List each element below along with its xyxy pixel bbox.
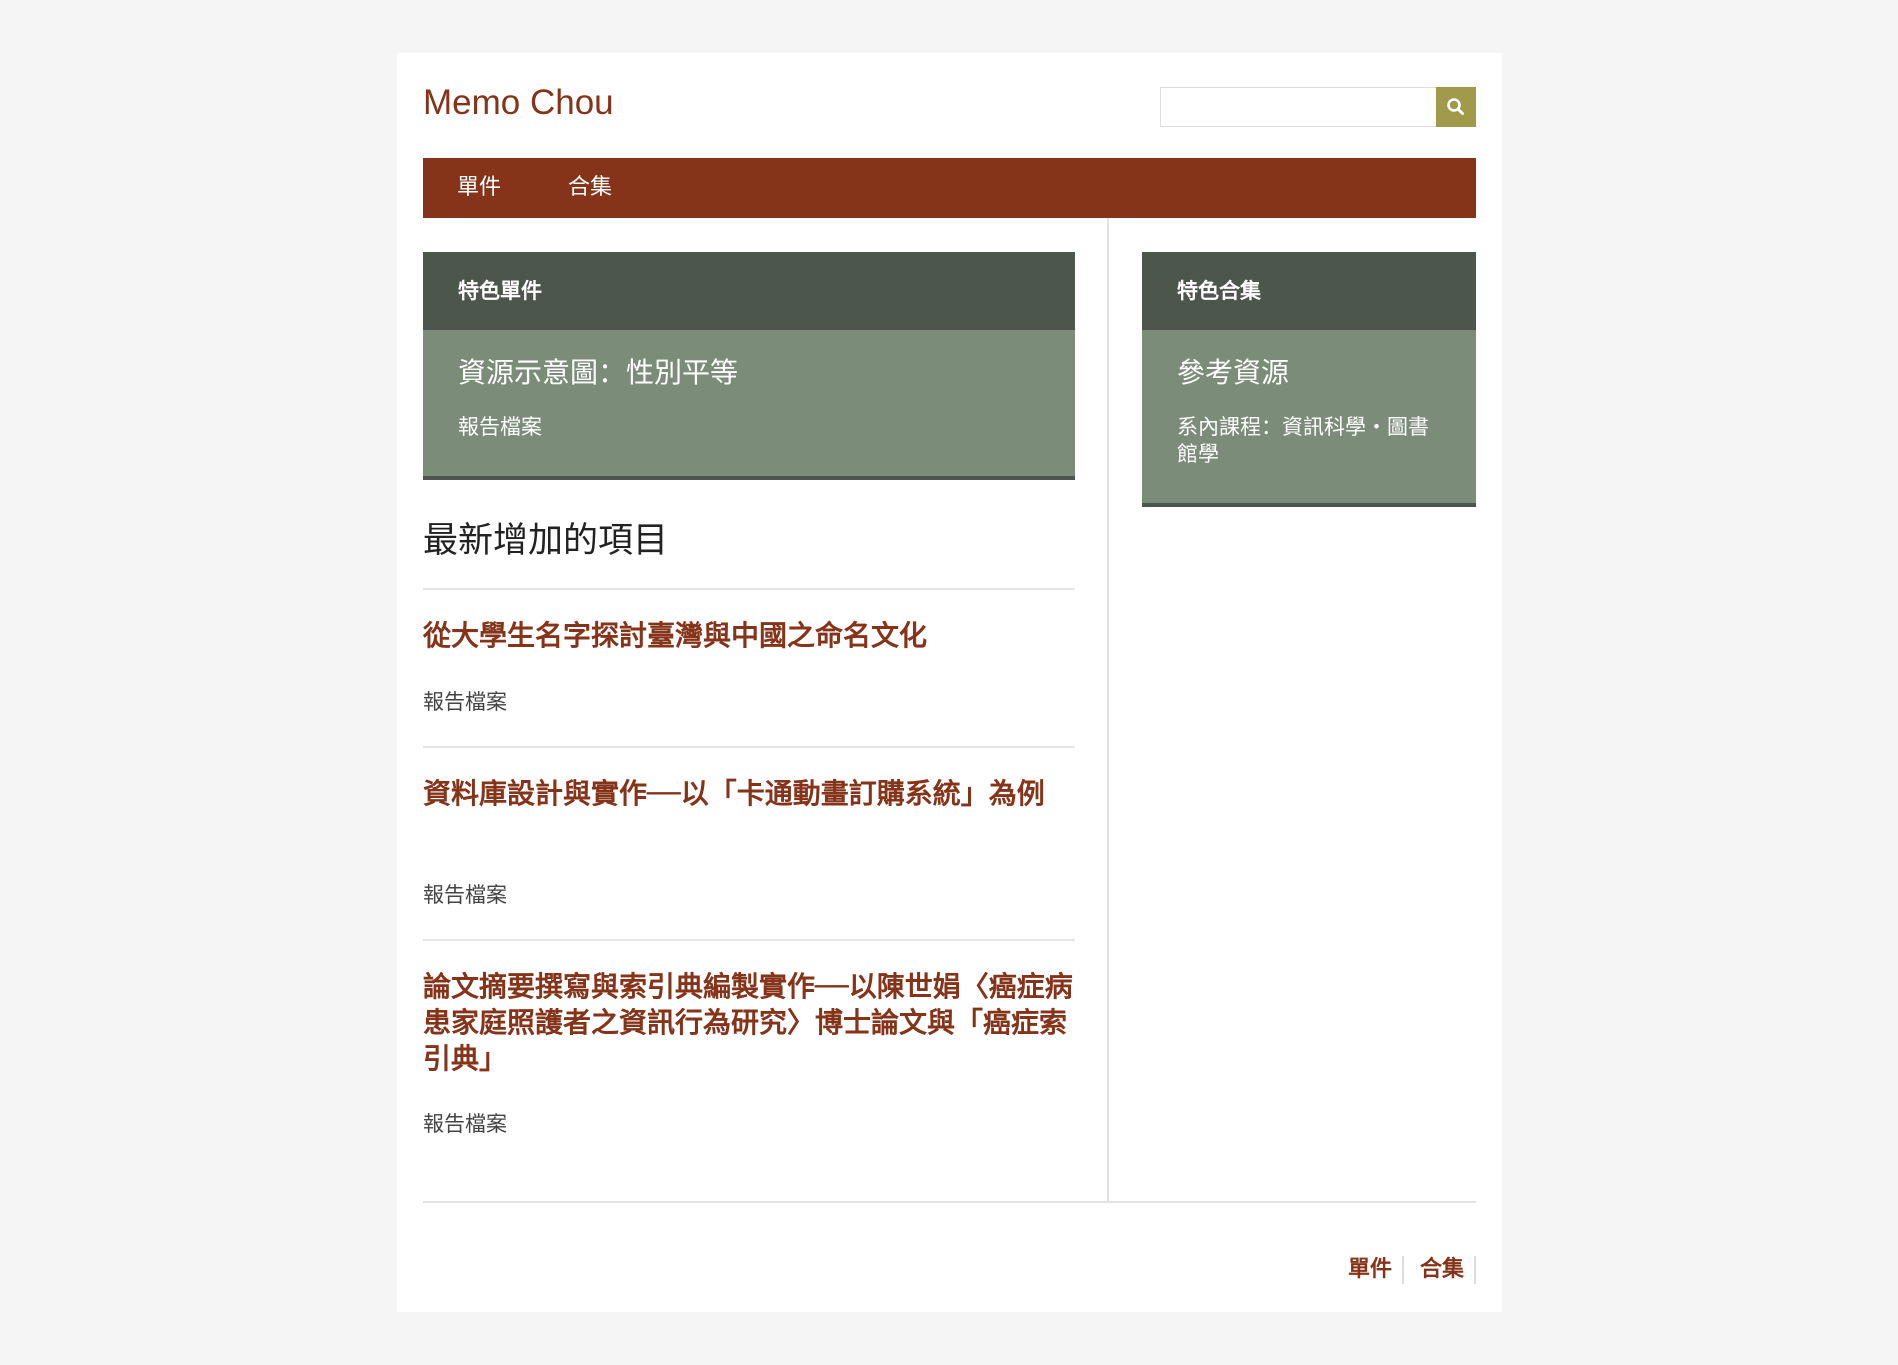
nav-item-items[interactable]: 單件 [457, 158, 501, 218]
recent-item-type: 報告檔案 [423, 690, 507, 714]
page-container: Memo Chou 單件 合集 特色單件 資源示意圖：性別平等 報告檔案 特色合… [397, 53, 1502, 1312]
search-button[interactable] [1436, 87, 1476, 127]
column-divider [1107, 218, 1109, 1202]
search-input[interactable] [1160, 87, 1436, 127]
featured-item-title-link[interactable]: 資源示意圖：性別平等 [458, 356, 1040, 390]
recent-item-title-link[interactable]: 論文摘要撰寫與索引典編製實作──以陳世娟〈癌症病患家庭照護者之資訊行為研究〉博士… [423, 969, 1075, 1077]
search-form [1160, 87, 1476, 127]
footer-nav: 單件 合集 [1332, 1256, 1476, 1284]
recent-item-title-link[interactable]: 從大學生名字探討臺灣與中國之命名文化 [423, 618, 1075, 654]
recent-item-type: 報告檔案 [423, 1112, 507, 1136]
nav-item-collections[interactable]: 合集 [568, 158, 612, 218]
featured-collection-title-link[interactable]: 參考資源 [1177, 356, 1436, 390]
primary-nav: 單件 合集 [423, 158, 1476, 218]
featured-item-type: 報告檔案 [458, 415, 542, 439]
featured-item-body: 資源示意圖：性別平等 報告檔案 [423, 330, 1075, 480]
featured-collection-heading: 特色合集 [1142, 252, 1476, 330]
footer-nav-item-items[interactable]: 單件 [1332, 1256, 1404, 1284]
site-title-link[interactable]: Memo Chou [423, 83, 614, 123]
featured-collection-description: 系內課程：資訊科學・圖書館學 [1177, 415, 1429, 466]
search-icon [1447, 98, 1464, 115]
featured-item-panel: 特色單件 資源示意圖：性別平等 報告檔案 [423, 252, 1075, 480]
featured-item-heading: 特色單件 [423, 252, 1075, 330]
featured-collection-body: 參考資源 系內課程：資訊科學・圖書館學 [1142, 330, 1476, 507]
recent-items-heading: 最新增加的項目 [423, 521, 669, 561]
footer-divider [423, 1201, 1476, 1203]
divider [423, 939, 1075, 941]
featured-collection-panel: 特色合集 參考資源 系內課程：資訊科學・圖書館學 [1142, 252, 1476, 507]
recent-item-type: 報告檔案 [423, 883, 507, 907]
footer-nav-item-collections[interactable]: 合集 [1404, 1256, 1476, 1284]
recent-item-title-link[interactable]: 資料庫設計與實作──以「卡通動畫訂購系統」為例 [423, 776, 1075, 812]
divider [423, 588, 1075, 590]
divider [423, 746, 1075, 748]
